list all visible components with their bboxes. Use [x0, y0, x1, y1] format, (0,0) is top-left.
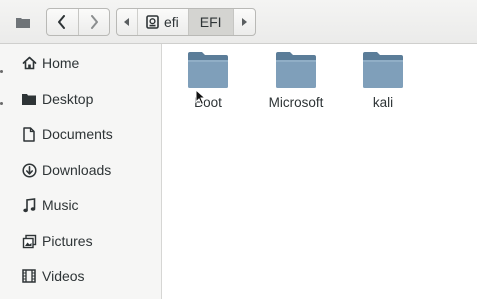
drive-icon	[146, 15, 159, 29]
chevron-left-icon	[58, 15, 66, 29]
places-sidebar: Home Desktop Documents Downloads Music P…	[0, 44, 162, 299]
videos-icon	[21, 268, 37, 284]
pictures-icon	[21, 233, 37, 249]
document-icon	[21, 126, 37, 142]
sidebar-item-music[interactable]: Music	[0, 190, 161, 220]
sidebar-item-videos[interactable]: Videos	[0, 261, 161, 291]
folder-item-label: Boot	[194, 95, 222, 110]
folder-item-kali[interactable]: kali	[342, 50, 424, 110]
sidebar-item-label: Documents	[42, 126, 113, 142]
sidebar-item-label: Videos	[42, 268, 85, 284]
folder-icon	[363, 52, 403, 88]
folder-item-microsoft[interactable]: Microsoft	[255, 50, 337, 110]
path-segment-EFI[interactable]: EFI	[187, 9, 234, 35]
folder-item-boot[interactable]: Boot	[167, 50, 249, 110]
folder-icon	[21, 91, 37, 107]
path-segment-label: efi	[164, 14, 179, 30]
path-segment-efi[interactable]: efi	[137, 9, 188, 35]
mouse-pointer-icon	[195, 89, 206, 106]
download-icon	[21, 162, 37, 178]
navigation-buttons	[46, 8, 110, 36]
path-segment-label: EFI	[199, 14, 222, 30]
sidebar-item-label: Pictures	[42, 233, 93, 249]
sidebar-item-downloads[interactable]: Downloads	[0, 155, 161, 185]
folder-item-label: Microsoft	[268, 95, 324, 110]
folder-icon	[188, 52, 228, 88]
folder-small-icon	[16, 18, 30, 28]
file-view[interactable]: Boot Microsoft kali	[163, 44, 477, 299]
music-icon	[21, 197, 37, 213]
triangle-right-icon	[241, 18, 247, 26]
sidebar-item-pictures[interactable]: Pictures	[0, 226, 161, 256]
chevron-right-icon	[90, 15, 98, 29]
sidebar-toggle-button[interactable]	[9, 11, 37, 33]
sidebar-item-documents[interactable]: Documents	[0, 119, 161, 149]
sidebar-item-desktop[interactable]: Desktop	[0, 84, 161, 114]
sidebar-item-label: Downloads	[42, 162, 112, 178]
folder-item-label: kali	[372, 95, 394, 110]
folder-icon	[276, 52, 316, 88]
path-scroll-right-button[interactable]	[234, 9, 254, 35]
sidebar-item-home[interactable]: Home	[0, 48, 161, 78]
triangle-left-icon	[124, 18, 129, 26]
sidebar-item-label: Desktop	[42, 91, 94, 107]
back-button[interactable]	[47, 9, 78, 35]
sidebar-item-label: Home	[42, 55, 80, 71]
path-scroll-left-button[interactable]	[117, 9, 137, 35]
home-icon	[21, 55, 37, 71]
sidebar-item-label: Music	[42, 197, 79, 213]
path-bar: efi EFI	[116, 8, 256, 36]
header-bar: efi EFI	[0, 0, 477, 44]
forward-button[interactable]	[77, 9, 109, 35]
